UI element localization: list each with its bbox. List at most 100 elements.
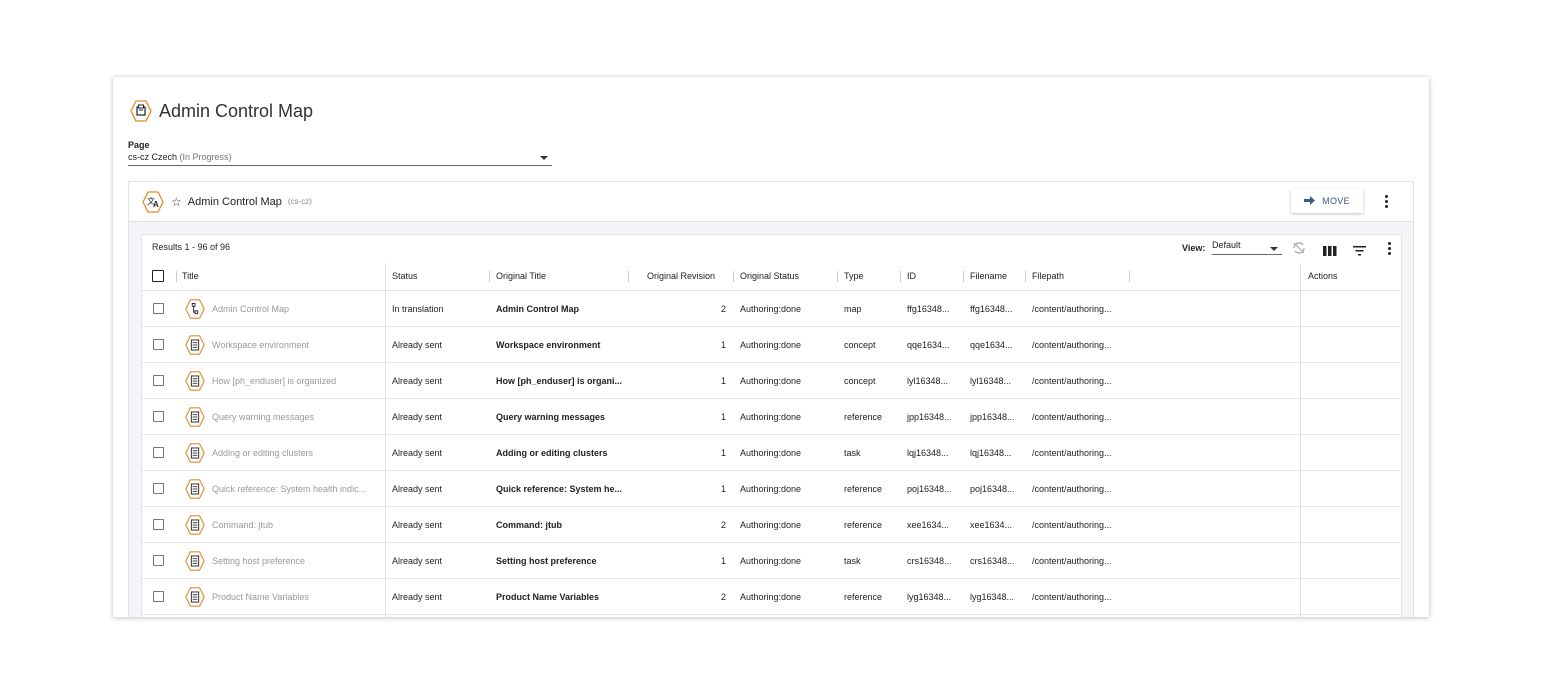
- row-id: jpp16348...: [907, 412, 952, 422]
- row-status: Already sent: [392, 376, 443, 386]
- col-original-title[interactable]: Original Title: [496, 271, 546, 281]
- col-original-status[interactable]: Original Status: [740, 271, 799, 281]
- row-checkbox[interactable]: [153, 375, 164, 386]
- row-title[interactable]: How [ph_enduser] is organized: [212, 376, 382, 386]
- row-original-status: Authoring:done: [740, 520, 802, 530]
- row-filename: poj16348...: [970, 484, 1015, 494]
- row-original-revision: 1: [720, 412, 726, 422]
- row-original-revision: 2: [720, 304, 726, 314]
- row-original-title: Quick reference: System he...: [496, 484, 623, 494]
- row-original-title: Query warning messages: [496, 412, 606, 422]
- row-type: concept: [844, 340, 876, 350]
- row-checkbox[interactable]: [153, 555, 164, 566]
- row-checkbox[interactable]: [153, 411, 164, 422]
- move-button-label: MOVE: [1322, 196, 1350, 206]
- row-type: task: [844, 448, 861, 458]
- row-filename: ffg16348...: [970, 304, 1013, 314]
- row-original-revision: 1: [720, 448, 726, 458]
- col-filename[interactable]: Filename: [970, 271, 1007, 281]
- row-title[interactable]: Adding or editing clusters: [212, 448, 382, 458]
- table-row[interactable]: Workspace environment Already sent Workspa…: [142, 327, 1401, 363]
- table-row[interactable]: Admin Control Map In translation Admin Con…: [142, 291, 1401, 327]
- table-row[interactable]: Command: jtub Already sent Command: jtub 2 A…: [142, 507, 1401, 543]
- caret-down-icon[interactable]: [540, 156, 548, 160]
- document-hex-icon: [184, 334, 206, 361]
- document-hex-icon: [184, 370, 206, 397]
- view-select-value: Default: [1212, 240, 1241, 250]
- row-original-status: Authoring:done: [740, 412, 802, 422]
- col-type[interactable]: Type: [844, 271, 864, 281]
- row-title[interactable]: Query warning messages: [212, 412, 382, 422]
- col-filepath[interactable]: Filepath: [1032, 271, 1064, 281]
- row-type: reference: [844, 592, 883, 602]
- row-type: concept: [844, 376, 876, 386]
- results-count: Results 1 - 96 of 96: [152, 242, 231, 252]
- row-checkbox[interactable]: [153, 519, 164, 530]
- col-status[interactable]: Status: [392, 271, 418, 281]
- table-row[interactable]: How [ph_enduser] is organized Already sen…: [142, 363, 1401, 399]
- row-checkbox[interactable]: [153, 591, 164, 602]
- row-original-status: Authoring:done: [740, 592, 802, 602]
- filter-list-icon[interactable]: [1353, 243, 1366, 261]
- row-filepath: /content/authoring...: [1032, 412, 1112, 422]
- row-filepath: /content/authoring...: [1032, 340, 1112, 350]
- table-row[interactable]: Quick reference: System health indic... A…: [142, 471, 1401, 507]
- row-filename: lyg16348...: [970, 592, 1015, 602]
- document-hex-icon: [184, 478, 206, 505]
- translate-hex-icon: 文 A: [141, 190, 165, 214]
- row-original-status: Authoring:done: [740, 376, 802, 386]
- row-title[interactable]: Setting host preference: [212, 556, 382, 566]
- row-checkbox[interactable]: [153, 447, 164, 458]
- row-checkbox[interactable]: [153, 339, 164, 350]
- row-original-revision: 1: [720, 340, 726, 350]
- row-filepath: /content/authoring...: [1032, 484, 1112, 494]
- document-hex-icon: [184, 550, 206, 577]
- row-id: ffg16348...: [907, 304, 950, 314]
- row-status: Already sent: [392, 520, 443, 530]
- row-id: xee1634...: [907, 520, 950, 530]
- row-original-title: Workspace environment: [496, 340, 601, 350]
- row-original-revision: 1: [720, 484, 726, 494]
- sync-disabled-icon[interactable]: [1292, 241, 1306, 260]
- page-select-status: (In Progress): [179, 152, 232, 162]
- view-select[interactable]: Default: [1212, 240, 1282, 255]
- row-id: lyg16348...: [907, 592, 952, 602]
- col-title[interactable]: Title: [182, 271, 199, 281]
- row-title[interactable]: Quick reference: System health indic...: [212, 484, 382, 494]
- move-button[interactable]: MOVE: [1291, 189, 1363, 213]
- row-checkbox[interactable]: [153, 303, 164, 314]
- row-original-status: Authoring:done: [740, 484, 802, 494]
- page-select-dropdown[interactable]: cs-cz Czech (In Progress): [128, 152, 552, 166]
- row-title[interactable]: Workspace environment: [212, 340, 382, 350]
- row-status: Already sent: [392, 412, 443, 422]
- table-row[interactable]: Adding or editing clusters Already sent Ad…: [142, 435, 1401, 471]
- row-original-title: Product Name Variables: [496, 592, 600, 602]
- content-panel: 文 A ☆ Admin Control Map (cs-cz) MOVE Res…: [128, 181, 1414, 617]
- row-title[interactable]: Command: jtub: [212, 520, 382, 530]
- page-header: Admin Control Map: [129, 97, 313, 125]
- table-row[interactable]: Setting host preference Already sent Setti…: [142, 543, 1401, 579]
- row-filename: lyl16348...: [970, 376, 1012, 386]
- col-id[interactable]: ID: [907, 271, 916, 281]
- select-all-checkbox[interactable]: [152, 270, 164, 282]
- row-title[interactable]: Admin Control Map: [212, 304, 382, 314]
- col-actions: Actions: [1308, 271, 1338, 281]
- results-table: Results 1 - 96 of 96 View: Default Title…: [141, 234, 1402, 617]
- row-checkbox[interactable]: [153, 483, 164, 494]
- view-column-icon[interactable]: [1323, 243, 1337, 261]
- col-original-revision[interactable]: Original Revision: [647, 271, 715, 281]
- row-type: map: [844, 304, 862, 314]
- table-row[interactable]: Query warning messages Already sent Query …: [142, 399, 1401, 435]
- table-row[interactable]: Product Name Variables Already sent Produc…: [142, 579, 1401, 615]
- star-icon[interactable]: ☆: [171, 195, 182, 209]
- row-title[interactable]: Product Name Variables: [212, 592, 382, 602]
- row-original-status: Authoring:done: [740, 304, 802, 314]
- row-original-status: Authoring:done: [740, 448, 802, 458]
- row-original-status: Authoring:done: [740, 556, 802, 566]
- row-type: reference: [844, 484, 883, 494]
- panel-title: Admin Control Map: [187, 195, 282, 208]
- more-vert-icon[interactable]: [1381, 195, 1391, 208]
- table-more-vert-icon[interactable]: [1384, 242, 1394, 255]
- row-status: Already sent: [392, 340, 443, 350]
- document-hex-icon: [184, 406, 206, 433]
